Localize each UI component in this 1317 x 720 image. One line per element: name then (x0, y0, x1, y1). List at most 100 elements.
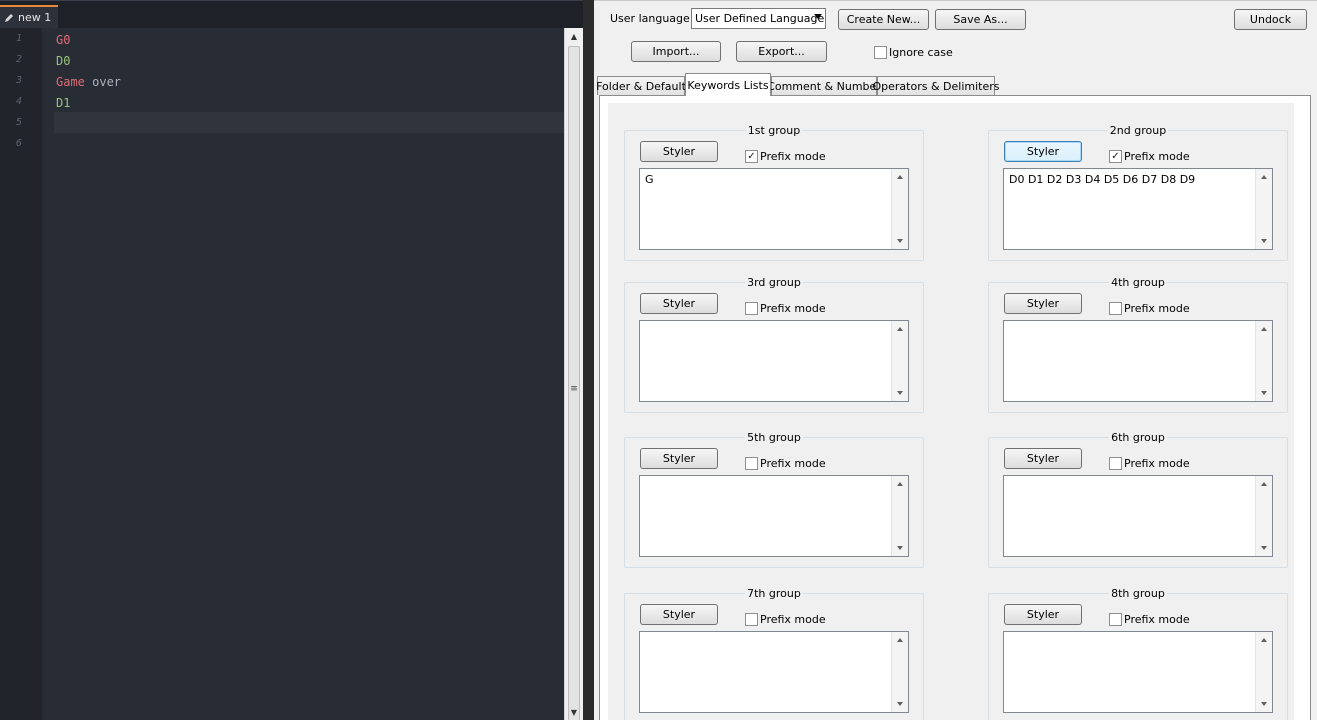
prefix-mode-checkbox[interactable] (745, 302, 758, 315)
scroll-down-icon[interactable] (1261, 391, 1267, 395)
scroll-down-icon[interactable] (897, 391, 903, 395)
group-title-wrap: 8th group (989, 587, 1287, 600)
prefix-mode-checkbox[interactable]: ✓ (745, 150, 758, 163)
styler-button[interactable]: Styler (640, 293, 718, 314)
tab-folder-default[interactable]: Folder & Default (596, 76, 686, 95)
save-as-button[interactable]: Save As... (935, 9, 1026, 30)
group-title: 6th group (1109, 431, 1167, 444)
keywords-scrollbar[interactable] (1255, 632, 1272, 712)
keywords-scrollbar[interactable] (1255, 476, 1272, 556)
line-number: 4 (15, 96, 22, 107)
scroll-down-icon[interactable]: ▼ (565, 704, 583, 720)
scroll-down-icon[interactable] (897, 702, 903, 706)
scroll-up-icon[interactable] (897, 638, 903, 642)
keywords-text: D0 D1 D2 D3 D4 D5 D6 D7 D8 D9 (1009, 173, 1196, 186)
editor-pane[interactable]: new 1 1 2 3 4 5 6 G0 D0 Game over D1 ▲ ≡ ▼ (0, 0, 583, 720)
code-line[interactable]: G0 (56, 30, 70, 51)
keywords-scrollbar[interactable] (1255, 169, 1272, 249)
prefix-mode-checkbox[interactable] (1109, 302, 1122, 315)
code-line[interactable]: D1 (56, 93, 70, 114)
scrollbar-thumb[interactable]: ≡ (568, 46, 580, 720)
prefix-mode-label: Prefix mode (760, 150, 826, 163)
keywords-textarea[interactable] (1003, 631, 1273, 713)
scroll-down-icon[interactable] (1261, 239, 1267, 243)
code-line[interactable]: Game over (56, 72, 121, 93)
line-number: 5 (15, 117, 22, 128)
scroll-down-icon[interactable] (1261, 546, 1267, 550)
keywords-scrollbar[interactable] (1255, 321, 1272, 401)
prefix-mode-checkbox[interactable] (1109, 457, 1122, 470)
prefix-mode-label: Prefix mode (1124, 302, 1190, 315)
scroll-up-icon[interactable] (1261, 175, 1267, 179)
styler-button[interactable]: Styler (1004, 448, 1082, 469)
scroll-down-icon[interactable] (897, 239, 903, 243)
document-tab[interactable]: new 1 (0, 5, 58, 29)
keyword-group-5: 5th group Styler Prefix mode (624, 431, 924, 568)
line-number: 1 (15, 33, 22, 44)
ignore-case-checkbox[interactable] (874, 46, 887, 59)
keywords-scrollbar[interactable] (891, 169, 908, 249)
styler-button[interactable]: Styler (1004, 604, 1082, 625)
scroll-up-icon[interactable] (1261, 327, 1267, 331)
keywords-textarea[interactable] (639, 631, 909, 713)
keywords-textarea[interactable] (639, 320, 909, 402)
keywords-scrollbar[interactable] (891, 632, 908, 712)
code-token: D0 (56, 54, 71, 68)
styler-button[interactable]: Styler (1004, 293, 1082, 314)
tab-keywords-lists[interactable]: Keywords Lists (685, 73, 771, 96)
scroll-up-icon[interactable]: ▲ (565, 28, 583, 44)
code-line[interactable]: D0 (56, 51, 70, 72)
tab-operators-delimiters[interactable]: Operators & Delimiters (873, 76, 1000, 95)
group-title: 8th group (1109, 587, 1167, 600)
import-button[interactable]: Import... (631, 41, 721, 62)
prefix-mode-label: Prefix mode (760, 613, 826, 626)
group-title: 2nd group (1107, 124, 1169, 137)
scroll-up-icon[interactable] (897, 482, 903, 486)
user-defined-language-panel: User language : User Defined Language Cr… (594, 0, 1317, 720)
grip-icon: ≡ (570, 384, 578, 394)
editor-vertical-scrollbar[interactable]: ▲ ≡ ▼ (564, 28, 583, 720)
export-button[interactable]: Export... (736, 41, 827, 62)
prefix-mode-checkbox[interactable] (745, 457, 758, 470)
document-tab-bar: new 1 (0, 0, 583, 29)
keywords-lists-tab-content: 1st group Styler ✓ Prefix mode G 2nd group Sty… (599, 95, 1311, 720)
styler-button[interactable]: Styler (640, 141, 718, 162)
prefix-mode-checkbox[interactable] (1109, 613, 1122, 626)
line-number-gutter: 1 2 3 4 5 6 (0, 28, 42, 720)
keywords-textarea[interactable] (1003, 320, 1273, 402)
keywords-textarea[interactable]: D0 D1 D2 D3 D4 D5 D6 D7 D8 D9 (1003, 168, 1273, 250)
scroll-up-icon[interactable] (897, 175, 903, 179)
line-number: 2 (15, 54, 22, 65)
prefix-mode-checkbox[interactable]: ✓ (1109, 150, 1122, 163)
prefix-mode-label: Prefix mode (1124, 613, 1190, 626)
keywords-textarea[interactable]: G (639, 168, 909, 250)
scroll-up-icon[interactable] (1261, 638, 1267, 642)
keywords-text: G (645, 173, 654, 186)
keywords-scrollbar[interactable] (891, 321, 908, 401)
scroll-down-icon[interactable] (1261, 702, 1267, 706)
keyword-group-2: 2nd group Styler ✓ Prefix mode D0 D1 D2 D3 D… (988, 124, 1288, 261)
keywords-textarea[interactable] (639, 475, 909, 557)
user-language-value: User Defined Language (695, 12, 825, 25)
keyword-group-1: 1st group Styler ✓ Prefix mode G (624, 124, 924, 261)
styler-button[interactable]: Styler (640, 448, 718, 469)
checkmark-icon: ✓ (747, 150, 756, 162)
scroll-up-icon[interactable] (897, 327, 903, 331)
keywords-scrollbar[interactable] (891, 476, 908, 556)
undock-button[interactable]: Undock (1234, 9, 1307, 30)
tab-comment-number[interactable]: Comment & Number (767, 76, 881, 95)
panel-splitter[interactable] (583, 0, 594, 720)
group-title-wrap: 1st group (625, 124, 923, 137)
styler-button[interactable]: Styler (640, 604, 718, 625)
prefix-mode-checkbox[interactable] (745, 613, 758, 626)
create-new-button[interactable]: Create New... (838, 9, 929, 30)
user-language-select[interactable]: User Defined Language (691, 8, 826, 29)
group-title-wrap: 2nd group (989, 124, 1287, 137)
scroll-up-icon[interactable] (1261, 482, 1267, 486)
styler-button[interactable]: Styler (1004, 141, 1082, 162)
keywords-textarea[interactable] (1003, 475, 1273, 557)
scroll-down-icon[interactable] (897, 546, 903, 550)
group-title: 7th group (745, 587, 803, 600)
keyword-group-4: 4th group Styler Prefix mode (988, 276, 1288, 413)
code-token: D1 (56, 96, 71, 110)
